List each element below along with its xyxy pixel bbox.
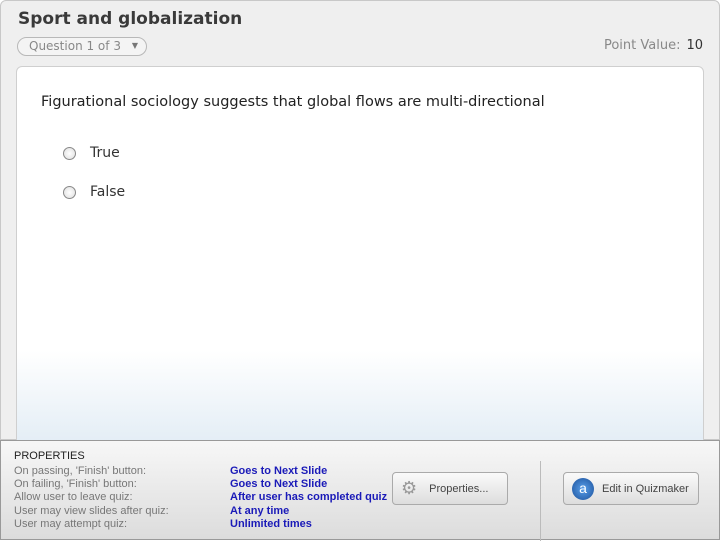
point-value-number: 10 [686,38,703,53]
property-label: Allow user to leave quiz: [14,491,133,503]
quiz-title: Sport and globalization [18,9,243,29]
properties-button-label: Properties... [429,482,489,495]
properties-button[interactable]: ⚙ Properties... [392,472,508,505]
question-selector-label: Question 1 of 3 [29,39,121,53]
question-card: Figurational sociology suggests that glo… [16,66,704,446]
point-value: Point Value: 10 [604,38,703,53]
property-value: Goes to Next Slide [230,478,328,490]
gear-icon: ⚙ [401,478,418,498]
question-selector[interactable]: Question 1 of 3 ▼ [17,37,147,56]
option-true[interactable]: True [63,145,120,161]
property-value: Unlimited times [230,518,312,530]
option-label: False [90,184,126,200]
property-value: At any time [230,505,290,517]
radio-button[interactable] [63,185,76,199]
property-label: User may attempt quiz: [14,518,128,530]
property-label: On passing, 'Finish' button: [14,465,146,477]
option-false[interactable]: False [63,184,125,200]
question-text: Figurational sociology suggests that glo… [41,94,545,110]
properties-panel: PROPERTIES On passing, 'Finish' button: … [0,440,720,541]
chevron-down-icon: ▼ [131,41,138,50]
property-value: Goes to Next Slide [230,465,328,477]
properties-heading: PROPERTIES [14,450,85,462]
option-label: True [90,145,120,161]
quizmaker-icon: a [572,477,594,500]
point-value-label: Point Value: [603,38,681,53]
property-label: User may view slides after quiz: [14,505,169,517]
divider [540,461,541,541]
property-value: After user has completed quiz [230,491,388,503]
radio-button[interactable] [63,146,76,160]
edit-in-quizmaker-button[interactable]: a Edit in Quizmaker [563,472,699,505]
edit-button-label: Edit in Quizmaker [602,482,689,495]
property-label: On failing, 'Finish' button: [14,478,137,490]
